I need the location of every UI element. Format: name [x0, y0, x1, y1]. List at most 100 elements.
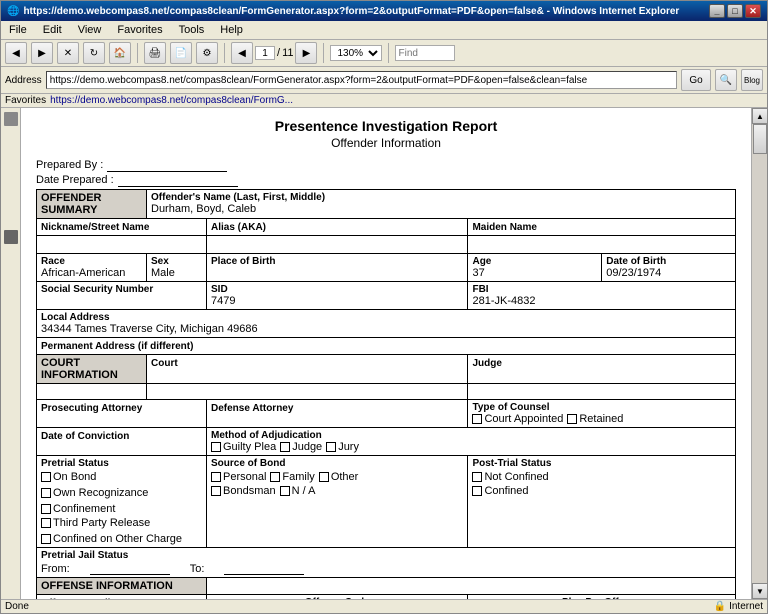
- offender-name-value: Durham, Boyd, Caleb: [151, 203, 731, 215]
- prosecuting-cell: Prosecuting Attorney: [37, 400, 207, 428]
- from-field[interactable]: [90, 563, 170, 575]
- bondsman-checkbox[interactable]: [211, 486, 221, 496]
- browser-body: Presentence Investigation Report Offende…: [1, 108, 767, 599]
- own-recognizance-checkbox[interactable]: [41, 488, 51, 498]
- stop-button[interactable]: ✕: [57, 42, 79, 64]
- page-btn[interactable]: 📄: [170, 42, 192, 64]
- go-button[interactable]: Go: [681, 69, 711, 91]
- close-button[interactable]: ✕: [745, 4, 761, 18]
- confinement-item: Confinement: [41, 503, 115, 515]
- on-bond-item: On Bond: [41, 471, 96, 483]
- dob-inner-cell: Date of Birth 09/23/1974: [602, 254, 735, 281]
- alias-value-cell: [207, 236, 468, 254]
- page-total: 11: [282, 47, 293, 59]
- third-party-release-label: Third Party Release: [53, 517, 150, 529]
- judge-adj-checkbox[interactable]: [280, 442, 290, 452]
- blog-button[interactable]: Blog: [741, 69, 763, 91]
- pretrial-row1: On Bond Own Recognizance Confinement: [41, 471, 202, 515]
- pob-cell: Place of Birth: [207, 254, 468, 282]
- date-prepared-field[interactable]: [118, 173, 238, 187]
- na-checkbox[interactable]: [280, 486, 290, 496]
- scrollbar[interactable]: ▲ ▼: [751, 108, 767, 599]
- family-label: Family: [282, 471, 314, 483]
- favorites-url[interactable]: https://demo.webcompas8.net/compas8clean…: [50, 95, 293, 106]
- page-current-input[interactable]: 1: [255, 46, 275, 60]
- court-values-row: [37, 384, 736, 400]
- find-input[interactable]: [395, 45, 455, 61]
- form-title: Presentence Investigation Report: [36, 118, 736, 134]
- forward-button[interactable]: ▶: [31, 42, 53, 64]
- on-bond-checkbox[interactable]: [41, 472, 51, 482]
- guilty-plea-checkbox[interactable]: [211, 442, 221, 452]
- type-of-counsel-checkboxes: Court Appointed Retained: [472, 413, 731, 425]
- prepared-by-field[interactable]: [107, 158, 227, 172]
- third-party-release-checkbox[interactable]: [41, 518, 51, 528]
- post-trial-row1: Not Confined: [472, 471, 731, 483]
- scroll-thumb[interactable]: [753, 124, 767, 154]
- menu-file[interactable]: File: [5, 23, 31, 37]
- local-address-value: 34344 Tames Traverse City, Michigan 4968…: [41, 323, 731, 335]
- menu-help[interactable]: Help: [216, 23, 247, 37]
- retained-checkbox[interactable]: [567, 414, 577, 424]
- tools-btn[interactable]: ⚙: [196, 42, 218, 64]
- ssn-row: Social Security Number SID 7479 FBI 281-…: [37, 282, 736, 310]
- fbi-cell: FBI 281-JK-4832: [468, 282, 736, 310]
- menu-edit[interactable]: Edit: [39, 23, 66, 37]
- permanent-address-row: Permanent Address (if different): [37, 338, 736, 355]
- print-button[interactable]: 🖨: [144, 42, 166, 64]
- date-prepared-line: Date Prepared :: [36, 173, 736, 187]
- scroll-up-button[interactable]: ▲: [752, 108, 767, 124]
- to-label: To:: [190, 563, 205, 575]
- post-trial-row2: Confined: [472, 485, 731, 497]
- guilty-plea-item: Guilty Plea: [211, 441, 276, 453]
- from-label: From:: [41, 563, 70, 575]
- zoom-select[interactable]: 130% 100% 75% 150%: [330, 45, 382, 61]
- title-bar-buttons[interactable]: _ □ ✕: [709, 4, 761, 18]
- confinement-label: Confinement: [53, 503, 115, 515]
- maiden-name-value-cell: [468, 236, 736, 254]
- scroll-track[interactable]: [752, 124, 767, 583]
- search-icon[interactable]: 🔍: [715, 69, 737, 91]
- confined-checkbox[interactable]: [472, 486, 482, 496]
- next-page-button[interactable]: ▶: [295, 42, 317, 64]
- menu-favorites[interactable]: Favorites: [113, 23, 166, 37]
- menu-tools[interactable]: Tools: [175, 23, 209, 37]
- jury-checkbox[interactable]: [326, 442, 336, 452]
- prepared-by-label: Prepared By :: [36, 159, 103, 171]
- source-bond-row1: Personal Family Other: [211, 471, 463, 483]
- address-input[interactable]: [46, 71, 677, 89]
- personal-checkbox[interactable]: [211, 472, 221, 482]
- pretrial-row2: Third Party Release Confined on Other Ch…: [41, 517, 202, 545]
- menu-view[interactable]: View: [74, 23, 106, 37]
- not-confined-checkbox[interactable]: [472, 472, 482, 482]
- prev-page-button[interactable]: ◀: [231, 42, 253, 64]
- title-bar-left: 🌐 https://demo.webcompas8.net/compas8cle…: [7, 6, 679, 17]
- age-dob-inner-row: Age 37 Date of Birth 09/23/1974: [468, 254, 735, 281]
- favorites-label: Favorites: [5, 95, 46, 106]
- not-confined-label: Not Confined: [484, 471, 548, 483]
- source-bond-row2: Bondsman N / A: [211, 485, 463, 497]
- confined-other-charge-checkbox[interactable]: [41, 534, 51, 544]
- defense-cell: Defense Attorney: [207, 400, 468, 428]
- confinement-checkbox[interactable]: [41, 504, 51, 514]
- refresh-button[interactable]: ↻: [83, 42, 105, 64]
- prepared-by-line: Prepared By :: [36, 158, 736, 172]
- toolbar: ◀ ▶ ✕ ↻ 🏠 🖨 📄 ⚙ ◀ 1 / 11 ▶ 130% 100% 75%…: [1, 40, 767, 67]
- on-bond-label: On Bond: [53, 471, 96, 483]
- family-checkbox[interactable]: [270, 472, 280, 482]
- court-cell: Court: [147, 355, 468, 384]
- to-field[interactable]: [224, 563, 304, 575]
- court-appointed-checkbox[interactable]: [472, 414, 482, 424]
- back-button[interactable]: ◀: [5, 42, 27, 64]
- age-dob-table: Age 37 Date of Birth 09/23/1974: [468, 254, 735, 281]
- sidebar-icon-2[interactable]: [4, 230, 18, 244]
- other-checkbox[interactable]: [319, 472, 329, 482]
- status-text: Done: [5, 601, 29, 612]
- age-value: 37: [472, 267, 597, 279]
- conviction-row: Date of Conviction Method of Adjudicatio…: [37, 428, 736, 456]
- home-button[interactable]: 🏠: [109, 42, 131, 64]
- sidebar-icon-1[interactable]: [4, 112, 18, 126]
- scroll-down-button[interactable]: ▼: [752, 583, 767, 599]
- maximize-button[interactable]: □: [727, 4, 743, 18]
- minimize-button[interactable]: _: [709, 4, 725, 18]
